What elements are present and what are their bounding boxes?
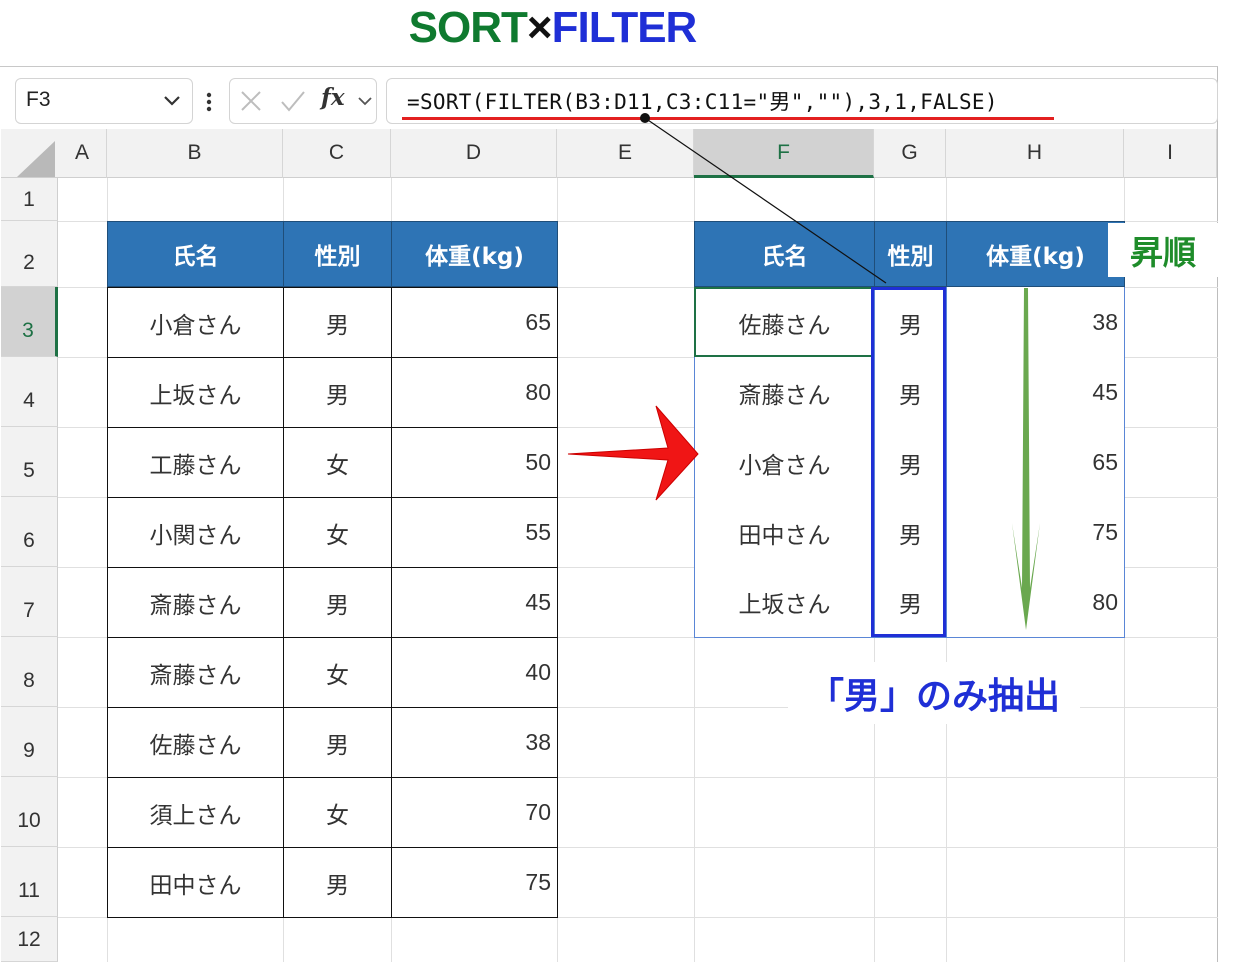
source-table-cell[interactable]: 80 <box>391 357 558 428</box>
source-table-cell[interactable]: 55 <box>391 497 558 568</box>
gender-column-highlight <box>871 287 946 637</box>
source-table-cell[interactable]: 男 <box>283 707 392 778</box>
row-header-11[interactable]: 11 <box>1 847 58 917</box>
result-table-cell[interactable]: 上坂さん <box>694 567 875 638</box>
chevron-down-icon[interactable] <box>160 88 184 112</box>
name-box-value: F3 <box>26 88 51 111</box>
result-table-header-1[interactable]: 性別 <box>874 221 947 287</box>
page-title: SORT×FILTER <box>0 0 1105 55</box>
active-cell-outline <box>694 287 874 357</box>
row-header-8[interactable]: 8 <box>1 637 58 707</box>
title-filter: FILTER <box>551 3 698 52</box>
formula-text: =SORT(FILTER(B3:D11,C3:C11="男",""),3,1,F… <box>407 90 998 114</box>
column-header-d[interactable]: D <box>391 129 557 178</box>
row-header-1[interactable]: 1 <box>1 178 58 221</box>
select-all-corner[interactable] <box>15 141 55 177</box>
source-table-cell[interactable]: 小関さん <box>107 497 284 568</box>
source-table-cell[interactable]: 男 <box>283 847 392 918</box>
ascending-label: 昇順 <box>1108 223 1218 277</box>
result-table-cell[interactable]: 斎藤さん <box>694 357 875 428</box>
title-sort: SORT <box>408 3 528 52</box>
row-header-4[interactable]: 4 <box>1 357 58 427</box>
male-only-label: 「男」のみ抽出 <box>788 662 1080 724</box>
source-table-cell[interactable]: 男 <box>283 567 392 638</box>
column-header-b[interactable]: B <box>107 129 283 178</box>
result-table-cell[interactable]: 田中さん <box>694 497 875 568</box>
source-table-cell[interactable]: 男 <box>283 357 392 428</box>
result-table-cell[interactable]: 小倉さん <box>694 427 875 498</box>
source-table-cell[interactable]: 工藤さん <box>107 427 284 498</box>
column-header-c[interactable]: C <box>283 129 391 178</box>
row-header-5[interactable]: 5 <box>1 427 58 497</box>
row-header-7[interactable]: 7 <box>1 567 58 637</box>
source-table-cell[interactable]: 女 <box>283 427 392 498</box>
source-table-header-0[interactable]: 氏名 <box>107 221 284 287</box>
source-table-cell[interactable]: 斎藤さん <box>107 637 284 708</box>
check-icon[interactable] <box>280 89 306 113</box>
source-table-cell[interactable]: 男 <box>283 287 392 358</box>
column-header-e[interactable]: E <box>557 129 694 178</box>
source-table-cell[interactable]: 70 <box>391 777 558 848</box>
row-header-2[interactable]: 2 <box>1 221 58 287</box>
column-header-a[interactable]: A <box>58 129 107 178</box>
green-down-arrow-icon <box>1012 288 1040 630</box>
red-arrow-icon <box>567 405 699 501</box>
source-table-cell[interactable]: 田中さん <box>107 847 284 918</box>
source-table-cell[interactable]: 75 <box>391 847 558 918</box>
source-table-cell[interactable]: 38 <box>391 707 558 778</box>
source-table-cell[interactable]: 65 <box>391 287 558 358</box>
source-table-cell[interactable]: 斎藤さん <box>107 567 284 638</box>
source-table-cell[interactable]: 女 <box>283 497 392 568</box>
more-vertical-icon[interactable] <box>201 90 217 114</box>
source-table-cell[interactable]: 45 <box>391 567 558 638</box>
cancel-icon[interactable] <box>239 89 263 113</box>
row-header-9[interactable]: 9 <box>1 707 58 777</box>
row-header-12[interactable]: 12 <box>1 917 58 962</box>
column-header-g[interactable]: G <box>874 129 946 178</box>
source-table-header-2[interactable]: 体重(kg) <box>391 221 558 287</box>
column-header-f[interactable]: F <box>694 129 874 178</box>
title-times: × <box>526 3 553 52</box>
insert-function-icon[interactable]: fx <box>321 84 345 111</box>
result-table-header-0[interactable]: 氏名 <box>694 221 875 287</box>
source-table-cell[interactable]: 上坂さん <box>107 357 284 428</box>
result-table-header-2[interactable]: 体重(kg) <box>946 221 1125 287</box>
row-header-10[interactable]: 10 <box>1 777 58 847</box>
row-header-6[interactable]: 6 <box>1 497 58 567</box>
source-table-cell[interactable]: 女 <box>283 777 392 848</box>
source-table-cell[interactable]: 須上さん <box>107 777 284 848</box>
column-header-i[interactable]: I <box>1124 129 1217 178</box>
source-table-cell[interactable]: 佐藤さん <box>107 707 284 778</box>
source-table-cell[interactable]: 50 <box>391 427 558 498</box>
formula-underline <box>402 117 1054 120</box>
row-header-3[interactable]: 3 <box>1 287 58 357</box>
source-table-cell[interactable]: 小倉さん <box>107 287 284 358</box>
source-table-header-1[interactable]: 性別 <box>283 221 392 287</box>
chevron-down-icon[interactable] <box>355 90 375 112</box>
source-table-cell[interactable]: 女 <box>283 637 392 708</box>
source-table-cell[interactable]: 40 <box>391 637 558 708</box>
column-header-h[interactable]: H <box>946 129 1124 178</box>
